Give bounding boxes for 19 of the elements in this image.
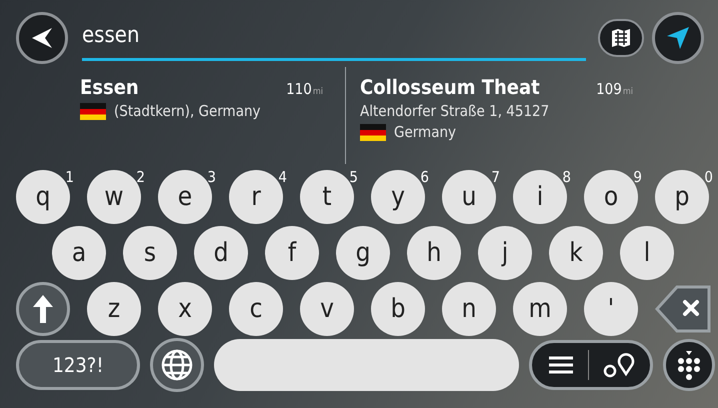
- result-address: (Stadtkern), Germany: [114, 102, 261, 120]
- up-arrow-icon: [32, 294, 54, 324]
- result-title: Collosseum Theat: [360, 75, 540, 99]
- search-result[interactable]: Collosseum Theat 109 mi Altendorfer Straße 1, 45127 Germany: [345, 67, 645, 164]
- list-button[interactable]: [546, 355, 574, 375]
- back-arrow-icon: [30, 26, 54, 50]
- navigation-arrow-icon: [665, 24, 691, 50]
- result-address: Altendorfer Straße 1, 45127: [360, 102, 550, 120]
- result-distance: 110 mi: [286, 80, 323, 98]
- pins-button[interactable]: [602, 352, 636, 378]
- space-key[interactable]: [214, 339, 519, 391]
- globe-icon: [160, 348, 194, 382]
- map-icon: [610, 28, 632, 48]
- result-distance: 109 mi: [596, 80, 633, 98]
- symbols-key[interactable]: 123?!: [16, 340, 140, 390]
- result-address: Germany: [394, 123, 456, 141]
- search-result[interactable]: Essen 110 mi (Stadtkern), Germany: [80, 67, 335, 164]
- search-field[interactable]: essen: [82, 22, 586, 60]
- result-title: Essen: [80, 75, 139, 99]
